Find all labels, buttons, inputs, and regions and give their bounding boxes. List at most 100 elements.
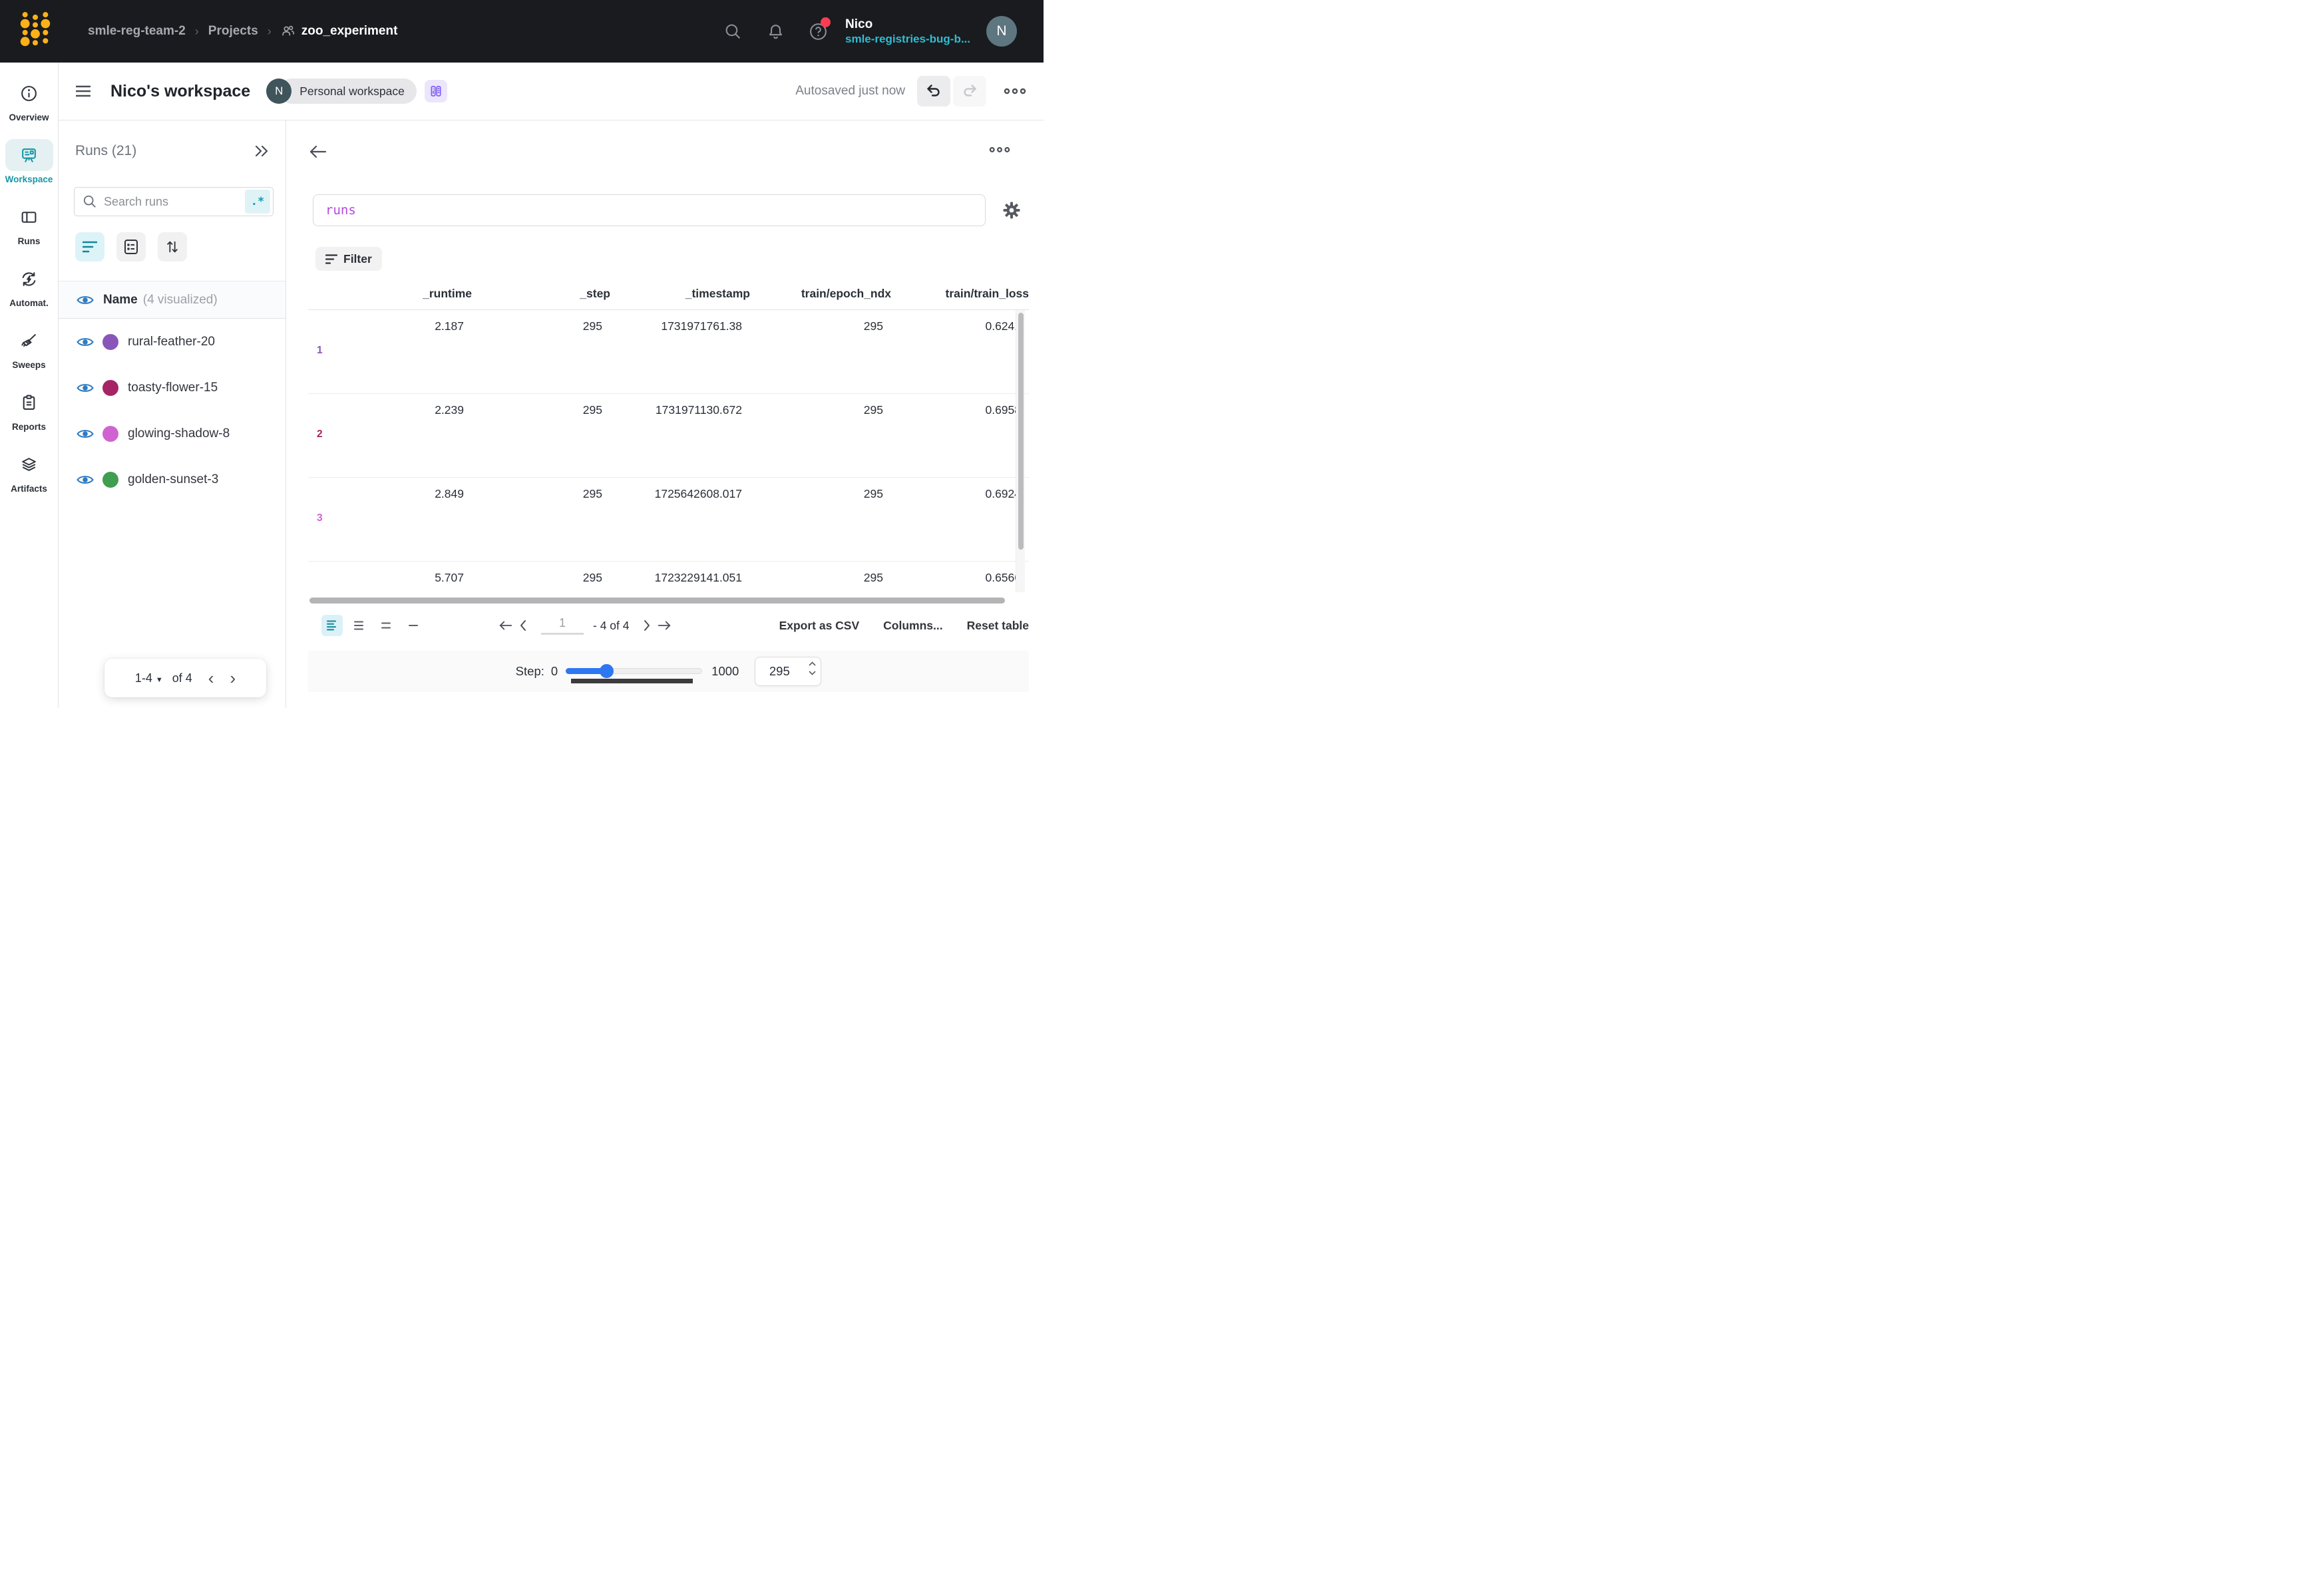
- table-row[interactable]: 1 2.187 295 1731971761.38 295 0.6241: [308, 310, 1029, 394]
- regex-toggle-button[interactable]: .*: [245, 190, 270, 214]
- query-expression-input[interactable]: [313, 194, 986, 226]
- top-navbar: smle-reg-team-2 › Projects › zoo_experim…: [0, 0, 1044, 63]
- gear-icon[interactable]: [1002, 201, 1021, 220]
- table-more-options-icon[interactable]: [989, 146, 1010, 154]
- column-header-step[interactable]: _step: [472, 283, 610, 309]
- step-slider-buffer-bar: [571, 679, 693, 683]
- workspace-header-actions: Autosaved just now: [795, 76, 1026, 106]
- redo-button[interactable]: [953, 76, 986, 106]
- horizontal-scrollbar-thumb[interactable]: [309, 598, 1005, 604]
- sidebar-item-artifacts[interactable]: Artifacts: [0, 448, 59, 494]
- step-value-input[interactable]: [755, 664, 803, 679]
- run-row-rural-feather-20[interactable]: rural-feather-20: [59, 319, 286, 365]
- table-header-row: _runtime _step _timestamp train/epoch_nd…: [308, 283, 1029, 310]
- back-button[interactable]: [308, 142, 328, 162]
- columns-button[interactable]: Columns...: [883, 619, 942, 633]
- column-header-train-loss[interactable]: train/train_loss: [891, 283, 1029, 309]
- wandb-logo-icon[interactable]: [20, 9, 51, 53]
- breadcrumb-projects[interactable]: Projects: [208, 24, 258, 39]
- run-row-glowing-shadow-8[interactable]: glowing-shadow-8: [59, 411, 286, 456]
- notification-dot: [821, 17, 831, 27]
- runs-page-range-dropdown[interactable]: 1-4▼: [135, 671, 163, 685]
- runs-list-header[interactable]: Name (4 visualized): [59, 281, 286, 319]
- vertical-scrollbar-thumb[interactable]: [1018, 313, 1024, 550]
- user-org-link[interactable]: smle-registries-bug-b...: [845, 32, 970, 46]
- horizontal-scrollbar[interactable]: [308, 597, 1029, 605]
- run-row-toasty-flower-15[interactable]: toasty-flower-15: [59, 365, 286, 411]
- first-page-icon[interactable]: [497, 617, 514, 634]
- row-height-medium-button[interactable]: [349, 615, 370, 636]
- step-slider[interactable]: [566, 663, 702, 680]
- next-page-icon[interactable]: ›: [230, 669, 236, 687]
- layers-icon: [20, 456, 38, 474]
- table-row[interactable]: 5.707 295 1723229141.051 295 0.6566: [308, 562, 1029, 597]
- run-color-dot: [102, 334, 118, 350]
- clipboard-icon: [20, 394, 38, 412]
- sidebar-item-automations[interactable]: Automat.: [0, 263, 59, 308]
- page-range-label: - 4 of 4: [593, 619, 629, 633]
- row-height-small-button[interactable]: [321, 615, 343, 636]
- spinner-up-icon[interactable]: [809, 661, 816, 666]
- page-number-input[interactable]: [541, 616, 584, 630]
- step-max: 1000: [711, 664, 739, 679]
- runs-display-settings-button[interactable]: [116, 232, 146, 262]
- run-row-golden-sunset-3[interactable]: golden-sunset-3: [59, 456, 286, 502]
- sidebar-item-runs[interactable]: Runs: [0, 201, 59, 246]
- row-number: 1: [317, 345, 323, 357]
- help-icon[interactable]: [808, 21, 828, 41]
- badge-label: Personal workspace: [279, 79, 417, 104]
- column-header-timestamp[interactable]: _timestamp: [610, 283, 750, 309]
- table-filter-button[interactable]: Filter: [315, 247, 382, 271]
- runs-filter-button[interactable]: [75, 232, 104, 262]
- column-header-runtime[interactable]: _runtime: [308, 283, 472, 309]
- vertical-scrollbar[interactable]: [1016, 310, 1025, 592]
- sidebar-item-reports[interactable]: Reports: [0, 387, 59, 432]
- prev-page-icon[interactable]: [514, 617, 532, 634]
- last-page-icon[interactable]: [656, 617, 673, 634]
- row-height-xlarge-button[interactable]: [403, 615, 425, 636]
- step-slider-handle[interactable]: [600, 664, 614, 678]
- notifications-bell-icon[interactable]: [765, 21, 785, 41]
- panel-layout-button[interactable]: [425, 80, 447, 102]
- reset-table-button[interactable]: Reset table: [967, 619, 1029, 633]
- panels-icon: [429, 85, 443, 98]
- autosave-status: Autosaved just now: [795, 84, 905, 98]
- run-color-dot: [102, 472, 118, 488]
- sidebar-item-workspace[interactable]: Workspace: [0, 139, 59, 184]
- step-label: Step:: [516, 664, 544, 679]
- table-row[interactable]: 2 2.239 295 1731971130.672 295 0.6958: [308, 394, 1029, 478]
- run-color-dot: [102, 426, 118, 442]
- table-row[interactable]: 3 2.849 295 1725642608.017 295 0.6924: [308, 478, 1029, 562]
- eye-icon: [77, 474, 94, 486]
- breadcrumb-separator: ›: [195, 25, 199, 39]
- eye-icon: [77, 428, 94, 440]
- spinner-down-icon[interactable]: [809, 671, 816, 675]
- row-height-large-button[interactable]: [376, 615, 397, 636]
- runs-name-column-label: Name: [103, 293, 138, 307]
- collapse-panel-icon[interactable]: [254, 144, 270, 158]
- redo-icon: [962, 83, 978, 99]
- prev-page-icon[interactable]: ‹: [208, 669, 214, 687]
- column-header-epoch-ndx[interactable]: train/epoch_ndx: [750, 283, 891, 309]
- breadcrumb-project[interactable]: zoo_experiment: [281, 24, 398, 39]
- runs-sort-button[interactable]: [158, 232, 187, 262]
- runs-search-box: .*: [74, 187, 274, 216]
- workspace-owner-badge[interactable]: N Personal workspace: [266, 79, 417, 104]
- list-details-icon: [124, 239, 138, 255]
- export-csv-button[interactable]: Export as CSV: [779, 619, 860, 633]
- sidebar-item-sweeps[interactable]: Sweeps: [0, 325, 59, 370]
- topbar-actions: Nico smle-registries-bug-b... N: [700, 16, 1017, 47]
- more-options-icon[interactable]: [1004, 87, 1026, 95]
- runs-search-input[interactable]: [104, 195, 245, 209]
- undo-button[interactable]: [917, 76, 950, 106]
- search-icon[interactable]: [723, 21, 743, 41]
- visualized-count: (4 visualized): [143, 293, 218, 307]
- next-page-icon[interactable]: [638, 617, 656, 634]
- menu-icon[interactable]: [76, 83, 92, 99]
- sidebar-item-overview[interactable]: Overview: [0, 77, 59, 122]
- breadcrumb-team[interactable]: smle-reg-team-2: [88, 24, 186, 39]
- step-value-box: [755, 657, 821, 686]
- automation-icon: [20, 270, 38, 288]
- avatar[interactable]: N: [986, 16, 1017, 47]
- badge-avatar: N: [266, 79, 291, 104]
